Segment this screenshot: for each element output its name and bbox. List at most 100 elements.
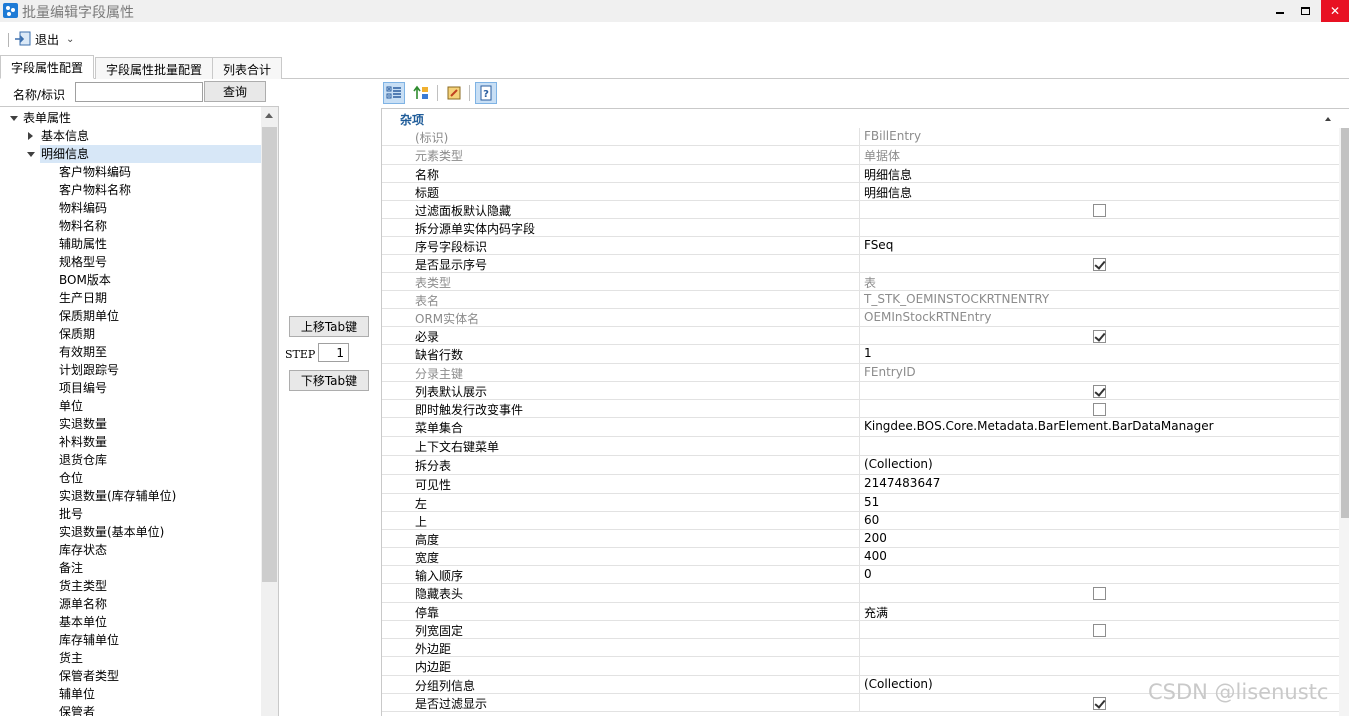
column-divider[interactable] <box>859 255 860 272</box>
property-value[interactable]: 1 <box>864 346 872 360</box>
close-button[interactable]: ✕ <box>1321 0 1349 22</box>
column-divider[interactable] <box>859 437 860 455</box>
grid-scrollbar[interactable] <box>1339 128 1349 716</box>
column-divider[interactable] <box>859 621 860 638</box>
tree-item[interactable]: 有效期至 <box>59 343 107 361</box>
search-input[interactable] <box>75 82 203 102</box>
tree-item[interactable]: 库存状态 <box>59 541 107 559</box>
column-divider[interactable] <box>859 530 860 547</box>
tree-item[interactable]: 项目编号 <box>59 379 107 397</box>
column-divider[interactable] <box>859 382 860 399</box>
collapse-category-icon[interactable] <box>1325 117 1331 121</box>
tree-item[interactable]: 生产日期 <box>59 289 107 307</box>
column-divider[interactable] <box>859 165 860 182</box>
tree-item[interactable]: 保管者类型 <box>59 667 119 685</box>
tree-item[interactable]: 实退数量(库存辅单位) <box>59 487 176 505</box>
property-value[interactable]: 60 <box>864 513 879 527</box>
property-row[interactable]: 外边距 <box>382 639 1339 657</box>
tree-item[interactable]: 保质期单位 <box>59 307 119 325</box>
property-value[interactable]: (Collection) <box>864 677 933 691</box>
property-row[interactable]: 列宽固定 <box>382 621 1339 639</box>
column-divider[interactable] <box>859 639 860 656</box>
property-value[interactable]: FSeq <box>864 238 893 252</box>
tree-scroll-thumb[interactable] <box>262 127 277 582</box>
column-divider[interactable] <box>859 456 860 474</box>
column-divider[interactable] <box>859 273 860 290</box>
description-toggle-button[interactable]: ? <box>475 82 497 104</box>
column-divider[interactable] <box>859 345 860 363</box>
search-button[interactable]: 查询 <box>204 81 266 102</box>
tab-field-property-batch-config[interactable]: 字段属性批量配置 <box>95 57 214 79</box>
property-value[interactable]: 0 <box>864 567 872 581</box>
column-divider[interactable] <box>859 146 860 164</box>
property-row[interactable]: 输入顺序 0 <box>382 566 1339 584</box>
move-up-tab-button[interactable]: 上移Tab键 <box>289 316 369 337</box>
property-row[interactable]: 拆分源单实体内码字段 <box>382 219 1339 237</box>
property-row[interactable]: 拆分表 (Collection) <box>382 456 1339 475</box>
tree-scrollbar[interactable] <box>261 107 278 716</box>
column-divider[interactable] <box>859 548 860 565</box>
column-divider[interactable] <box>859 364 860 381</box>
checkbox-checked[interactable] <box>1093 385 1106 398</box>
property-value[interactable]: 200 <box>864 531 887 545</box>
property-row[interactable]: 表名 T_STK_OEMINSTOCKRTNENTRY <box>382 291 1339 309</box>
tree-item[interactable]: 源单名称 <box>59 595 107 613</box>
sort-alphabetical-button[interactable] <box>410 82 432 104</box>
tree-item[interactable]: 退货仓库 <box>59 451 107 469</box>
move-down-tab-button[interactable]: 下移Tab键 <box>289 370 369 391</box>
property-row[interactable]: 左 51 <box>382 494 1339 512</box>
property-row[interactable]: 元素类型 单据体 <box>382 146 1339 165</box>
expand-arrow-icon[interactable] <box>27 152 35 157</box>
column-divider[interactable] <box>859 183 860 200</box>
column-divider[interactable] <box>859 566 860 583</box>
tab-field-property-config[interactable]: 字段属性配置 <box>0 55 95 79</box>
checkbox-checked[interactable] <box>1093 330 1106 343</box>
tree-item[interactable]: BOM版本 <box>59 271 111 289</box>
property-row[interactable]: 隐藏表头 <box>382 584 1339 603</box>
property-row[interactable]: 高度 200 <box>382 530 1339 548</box>
column-divider[interactable] <box>859 327 860 344</box>
chevron-down-icon[interactable]: ⌄ <box>66 34 74 45</box>
column-divider[interactable] <box>859 512 860 529</box>
minimize-button[interactable] <box>1266 0 1294 22</box>
maximize-button[interactable] <box>1291 0 1319 22</box>
column-divider[interactable] <box>859 475 860 493</box>
property-row[interactable]: 序号字段标识 FSeq <box>382 237 1339 255</box>
column-divider[interactable] <box>859 291 860 308</box>
tree-item[interactable]: 批号 <box>59 505 83 523</box>
tree-item[interactable]: 单位 <box>59 397 83 415</box>
property-value[interactable]: 2147483647 <box>864 476 940 490</box>
property-value[interactable]: 51 <box>864 495 879 509</box>
tree-item[interactable]: 实退数量 <box>59 415 107 433</box>
tree-item[interactable]: 物料编码 <box>59 199 107 217</box>
tree-item[interactable]: 辅单位 <box>59 685 95 703</box>
tree-item[interactable]: 货主类型 <box>59 577 107 595</box>
checkbox-unchecked[interactable] <box>1093 204 1106 217</box>
tree-item[interactable]: 库存辅单位 <box>59 631 119 649</box>
property-row[interactable]: 缺省行数 1 <box>382 345 1339 364</box>
property-row[interactable]: 菜单集合 Kingdee.BOS.Core.Metadata.BarElement… <box>382 418 1339 437</box>
property-row[interactable]: 上 60 <box>382 512 1339 530</box>
property-row[interactable]: 可见性 2147483647 <box>382 475 1339 494</box>
column-divider[interactable] <box>859 603 860 620</box>
property-row[interactable]: 分录主键 FEntryID <box>382 364 1339 382</box>
property-row[interactable]: 即时触发行改变事件 <box>382 400 1339 418</box>
tree-root[interactable]: 表单属性 <box>0 109 260 127</box>
category-header[interactable]: 杂项 <box>382 109 1349 128</box>
property-row[interactable]: 表类型 表 <box>382 273 1339 291</box>
property-pages-button[interactable] <box>443 82 465 104</box>
step-input[interactable] <box>318 343 349 362</box>
property-row[interactable]: 停靠 充满 <box>382 603 1339 621</box>
tree-item[interactable]: 保管者 <box>59 703 95 716</box>
property-row[interactable]: ORM实体名 OEMInStockRTNEntry <box>382 309 1339 327</box>
exit-button[interactable]: 退出 ⌄ <box>14 29 74 49</box>
property-row[interactable]: 名称 明细信息 <box>382 165 1339 183</box>
column-divider[interactable] <box>859 494 860 511</box>
tree-item[interactable]: 补料数量 <box>59 433 107 451</box>
tree-item[interactable]: 物料名称 <box>59 217 107 235</box>
tree-item[interactable]: 仓位 <box>59 469 83 487</box>
column-divider[interactable] <box>859 400 860 417</box>
checkbox-unchecked[interactable] <box>1093 587 1106 600</box>
tree-item[interactable]: 保质期 <box>59 325 95 343</box>
column-divider[interactable] <box>859 219 860 236</box>
